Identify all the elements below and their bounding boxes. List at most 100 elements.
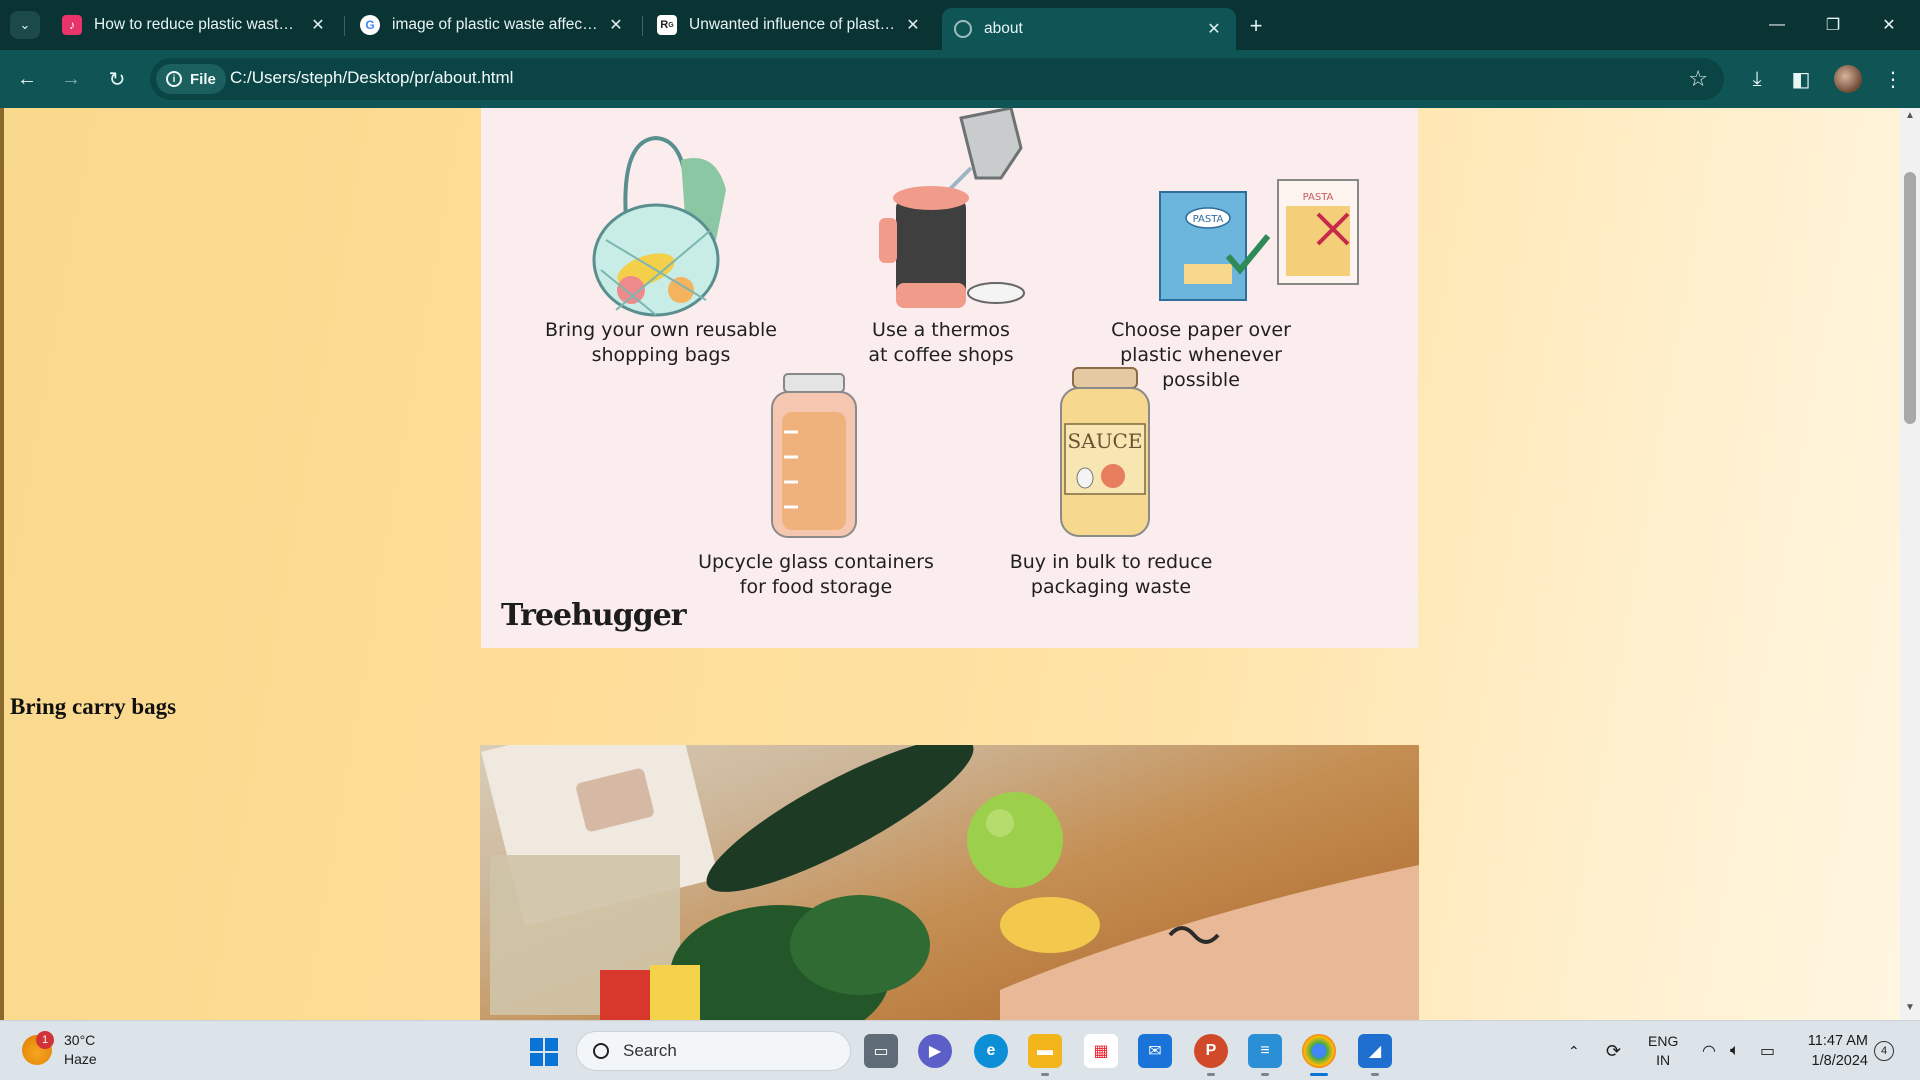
sauce-label: SAUCE [1068,429,1143,453]
site-chip-label: File [190,70,216,88]
tab-4-active[interactable]: about ✕ [942,8,1236,50]
downloads-button[interactable]: ⤓ [1742,64,1772,94]
restore-icon: ❐ [1825,17,1841,34]
bookmark-star-icon[interactable]: ☆ [1688,66,1708,92]
minimize-button[interactable]: — [1762,10,1792,40]
close-icon[interactable]: ✕ [308,15,328,35]
globe-icon [954,20,972,38]
new-tab-button[interactable]: + [1242,12,1270,40]
groceries-photo-art [481,745,1419,1020]
pink-app-icon: ♪ [62,15,82,35]
tab-3[interactable]: RG Unwanted influence of plastic waste ✕ [645,8,935,42]
mail-icon[interactable]: ✉ [1138,1034,1172,1068]
tab-title: about [984,20,1023,37]
running-indicator [1041,1073,1049,1076]
tab-search-button[interactable]: ⌄ [10,11,40,39]
chrome-icon[interactable] [1302,1034,1336,1068]
language-line1: ENG [1648,1033,1679,1049]
pasta-packages-illustration: PASTA PASTA [1159,179,1359,301]
back-button[interactable]: ← [12,64,42,94]
more-vertical-icon: ⋮ [1883,68,1903,91]
address-bar[interactable]: i File C:/Users/steph/Desktop/pr/about.h… [150,58,1724,100]
google-icon: G [360,15,380,35]
show-hidden-icons[interactable]: ⌃ [1568,1021,1580,1080]
tab-title: Unwanted influence of plastic waste [689,16,895,33]
battery-icon[interactable]: ▭ [1760,1021,1775,1080]
scroll-up-icon[interactable]: ▲ [1900,110,1920,126]
volume-icon[interactable]: 🔈︎ [1730,1021,1740,1080]
haze-weather-icon: 1 [22,1031,54,1065]
tab-strip: ⌄ ♪ How to reduce plastic waste | 2024 ✕… [0,0,1920,50]
notepad-icon[interactable]: ≡ [1248,1034,1282,1068]
side-panel-icon: ◧ [1791,68,1811,91]
sync-icon[interactable]: ⟳ [1606,1021,1621,1080]
close-icon[interactable]: ✕ [1204,19,1224,39]
page-left-border [0,108,4,1020]
windows-logo-pane [530,1038,543,1051]
reload-button[interactable]: ↻ [102,64,132,94]
site-info-chip[interactable]: i File [156,64,226,94]
item-label: packaging waste [1030,576,1192,598]
arrow-left-icon: ← [17,67,37,90]
chevron-down-icon: ⌄ [19,17,31,32]
weather-condition: Haze [64,1051,97,1067]
taskbar-search[interactable]: Search [576,1031,851,1071]
url-text[interactable]: C:/Users/steph/Desktop/pr/about.html [230,68,513,88]
teams-icon[interactable]: ▶ [918,1034,952,1068]
powerpoint-icon[interactable]: P [1194,1034,1228,1068]
side-panel-button[interactable]: ◧ [1786,64,1816,94]
notification-count[interactable]: 4 [1874,1041,1894,1061]
rg-icon: RG [657,15,677,35]
scrollbar-thumb[interactable] [1904,172,1916,424]
close-icon[interactable]: ✕ [606,15,626,35]
tab-title: image of plastic waste affect life [392,16,598,33]
language-indicator[interactable]: ENG IN [1648,1021,1678,1080]
tab-2[interactable]: G image of plastic waste affect life ✕ [348,8,638,42]
treehugger-logo: Treehugger [501,598,687,633]
item-label: for food storage [739,576,893,598]
restore-button[interactable]: ❐ [1818,10,1848,40]
page-scrollbar[interactable]: ▲ ▼ [1900,108,1920,1020]
taskbar-search-placeholder: Search [623,1041,677,1060]
item-label: Buy in bulk to reduce [1009,551,1213,573]
item-label: Bring your own reusable [545,319,777,341]
item-label: shopping bags [591,344,731,366]
search-icon [593,1043,609,1059]
wifi-icon[interactable]: ◠ [1702,1021,1716,1080]
minimize-icon: — [1769,16,1785,33]
close-icon[interactable]: ✕ [903,15,923,35]
windows-logo-pane [530,1053,543,1066]
scroll-down-icon[interactable]: ▼ [1900,1002,1920,1018]
menu-button[interactable]: ⋮ [1878,64,1908,94]
windows-taskbar: 1 30°C Haze Search ▭ ▶ e ▬ ▦ ✉ P ≡ ◢ ⌃ ⟳… [0,1020,1920,1080]
running-indicator [1261,1073,1269,1076]
weather-widget[interactable]: 1 30°C Haze [22,1031,97,1069]
infographic-item-bulk: Buy in bulk to reduce packaging waste [961,550,1261,600]
clock-time: 11:47 AM [1807,1033,1868,1049]
browser-toolbar: ← → ↻ i File C:/Users/steph/Desktop/pr/a… [0,50,1920,108]
weather-temperature: 30°C [64,1032,96,1048]
weather-badge: 1 [36,1031,54,1049]
profile-avatar[interactable] [1834,65,1862,93]
running-indicator [1207,1073,1215,1076]
pasta-bag-label: PASTA [1303,192,1334,203]
sauce-jar-illustration: SAUCE [1060,367,1150,537]
photos-icon[interactable]: ◢ [1358,1034,1392,1068]
infographic-item-jars: Upcycle glass containers for food storag… [651,550,981,600]
start-button[interactable] [530,1038,558,1066]
edge-icon[interactable]: e [974,1034,1008,1068]
arrow-right-icon: → [61,67,81,90]
infographic-item-bags: Bring your own reusable shopping bags [521,318,801,368]
pasta-box-label: PASTA [1193,214,1224,225]
section-heading: Bring carry bags [10,694,177,719]
tab-1[interactable]: ♪ How to reduce plastic waste | 2024 ✕ [50,8,340,42]
forward-button[interactable]: → [56,64,86,94]
file-explorer-icon[interactable]: ▬ [1028,1034,1062,1068]
close-window-button[interactable]: ✕ [1874,10,1904,40]
glass-jar-illustration [771,373,857,538]
microsoft-store-icon[interactable]: ▦ [1084,1034,1118,1068]
language-line2: IN [1656,1052,1671,1068]
system-clock[interactable]: 11:47 AM 1/8/2024 [1792,1031,1868,1071]
info-icon: i [166,71,182,87]
task-view-icon[interactable]: ▭ [864,1034,898,1068]
